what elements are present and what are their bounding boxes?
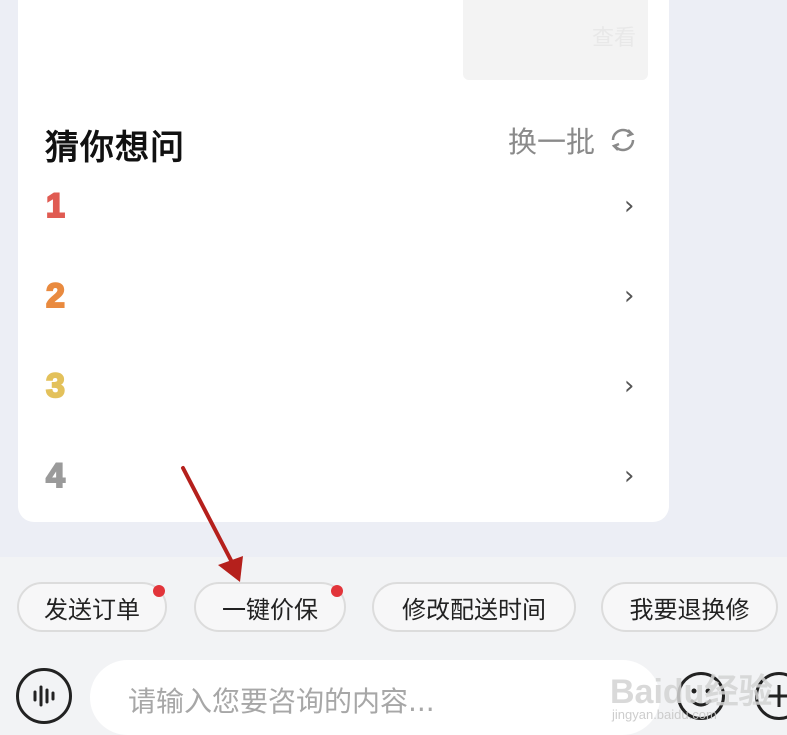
input-placeholder: 请输入您要咨询的内容...: [128, 685, 435, 718]
suggestion-item-2[interactable]: 2 ›: [18, 251, 669, 341]
plus-icon: [768, 685, 787, 707]
quick-action-return-exchange[interactable]: 我要退换修: [601, 582, 778, 632]
suggestion-item-1[interactable]: 1 ›: [18, 161, 669, 251]
quick-action-price-protect[interactable]: 一键价保: [194, 582, 346, 632]
quick-action-label: 修改配送时间: [402, 595, 546, 624]
voice-button[interactable]: [16, 668, 72, 724]
notification-dot: [153, 585, 165, 597]
quick-action-change-delivery[interactable]: 修改配送时间: [372, 582, 576, 632]
voice-wave-icon: [33, 685, 55, 707]
quick-action-label: 一键价保: [222, 595, 318, 624]
chevron-right-icon: ›: [624, 371, 635, 401]
notification-dot: [331, 585, 343, 597]
quick-action-label: 我要退换修: [629, 595, 750, 624]
refresh-icon: [611, 128, 635, 152]
suggestion-number: 4: [45, 456, 66, 496]
previous-message-button-text: 查看: [591, 26, 636, 51]
smiley-icon: [690, 688, 712, 707]
message-input[interactable]: 请输入您要咨询的内容...: [90, 660, 660, 735]
suggestion-item-4[interactable]: 4 ›: [18, 431, 669, 521]
suggestion-number: 1: [45, 186, 66, 226]
suggestion-number: 2: [45, 276, 66, 316]
chevron-right-icon: ›: [624, 461, 635, 491]
chat-card: 查看 猜你想问 换一批 1 › 2 › 3 › 4 ›: [18, 0, 669, 522]
suggestion-number: 3: [45, 366, 66, 406]
refresh-button[interactable]: 换一批: [508, 120, 639, 160]
chevron-right-icon: ›: [624, 191, 635, 221]
previous-message-box: 查看: [463, 0, 648, 80]
emoji-button[interactable]: [677, 672, 725, 720]
quick-action-label: 发送订单: [44, 595, 140, 624]
refresh-label: 换一批: [508, 125, 596, 159]
chevron-right-icon: ›: [624, 281, 635, 311]
suggestion-item-3[interactable]: 3 ›: [18, 341, 669, 431]
quick-action-send-order[interactable]: 发送订单: [17, 582, 167, 632]
